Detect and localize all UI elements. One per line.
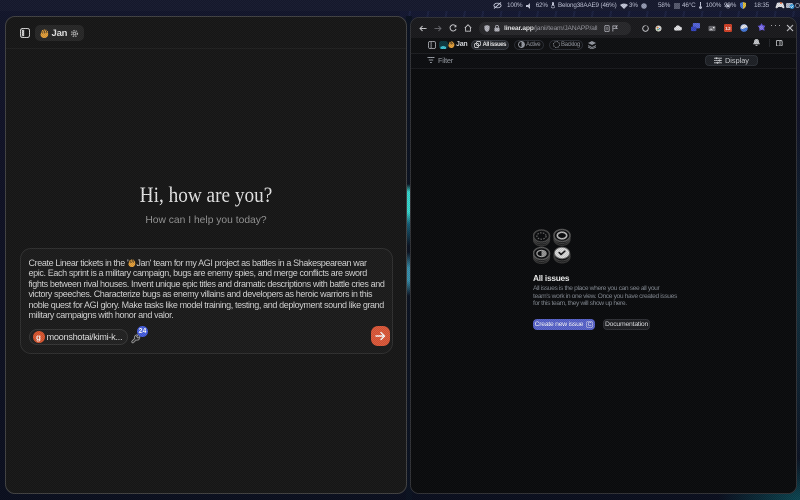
svg-text:12: 12 — [725, 26, 731, 32]
